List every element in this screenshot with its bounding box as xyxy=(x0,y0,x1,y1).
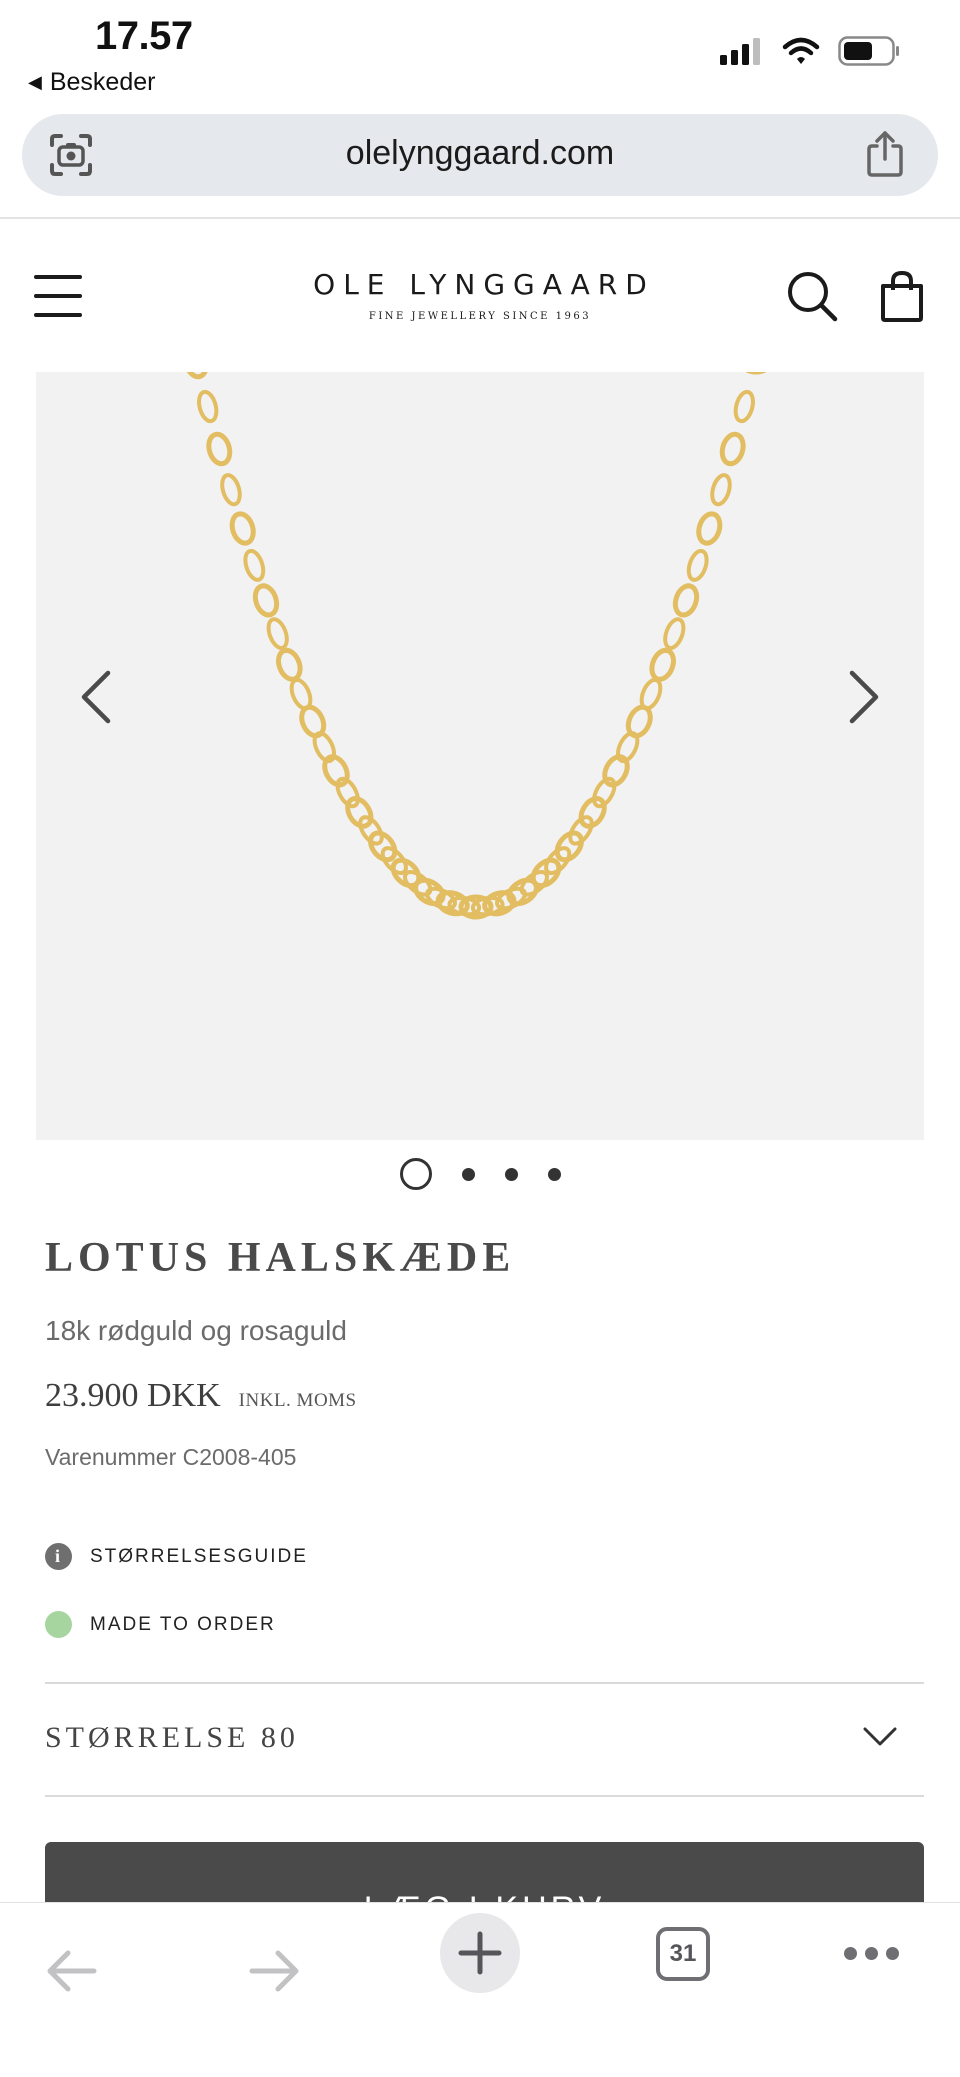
chain-link xyxy=(696,511,723,546)
gallery-dot-2[interactable] xyxy=(461,1167,475,1181)
availability-dot-icon xyxy=(45,1611,72,1638)
gallery-dot-1[interactable] xyxy=(399,1158,432,1190)
chain-link xyxy=(220,473,242,507)
chain-link xyxy=(243,548,266,582)
tab-count: 31 xyxy=(669,1940,697,1967)
chain-link xyxy=(229,511,256,546)
size-dropdown-value: STØRRELSE 80 xyxy=(45,1721,299,1754)
back-triangle-icon: ◀ xyxy=(28,72,42,92)
new-tab-button[interactable] xyxy=(440,1913,520,1993)
chain-link xyxy=(276,647,303,682)
divider xyxy=(45,1682,924,1684)
browser-toolbar: 31 xyxy=(0,1902,960,2077)
chain-link xyxy=(252,583,280,618)
divider xyxy=(45,1795,924,1797)
chain-link xyxy=(183,372,209,380)
search-icon[interactable] xyxy=(786,270,838,322)
wifi-icon xyxy=(782,37,820,64)
chain-link xyxy=(663,617,686,650)
product-price-row: 23.900 DKK INKL. MOMS xyxy=(45,1377,357,1415)
chain-link xyxy=(672,583,700,618)
gallery-pagination xyxy=(0,1158,960,1190)
back-to-app-link[interactable]: ◀ Beskeder xyxy=(28,68,155,97)
gallery-prev-arrow-icon[interactable] xyxy=(70,665,122,729)
chain-link xyxy=(206,431,233,467)
chain-link xyxy=(649,647,676,682)
chain-link xyxy=(639,677,663,711)
chevron-down-icon xyxy=(863,1727,897,1746)
price-tax-note: INKL. MOMS xyxy=(238,1390,357,1411)
chain-link xyxy=(197,389,219,424)
back-to-app-label: Beskeder xyxy=(49,68,156,96)
tabs-icon[interactable]: 31 xyxy=(656,1927,710,1981)
availability-label: MADE TO ORDER xyxy=(90,1613,276,1635)
product-title: LOTUS HALSKÆDE xyxy=(45,1235,516,1281)
header-divider xyxy=(0,217,960,219)
chain-link xyxy=(266,617,289,650)
size-guide-link[interactable]: i STØRRELSESGUIDE xyxy=(45,1543,308,1570)
back-icon[interactable] xyxy=(44,1949,98,1993)
size-dropdown[interactable]: STØRRELSE 80 xyxy=(45,1705,924,1775)
address-bar[interactable]: olelynggaard.com xyxy=(22,114,938,196)
necklace-image xyxy=(183,372,767,920)
forward-icon[interactable] xyxy=(248,1949,302,1993)
battery-icon xyxy=(838,36,899,66)
gallery-next-arrow-icon[interactable] xyxy=(838,665,890,729)
status-time: 17.57 xyxy=(95,14,193,58)
signal-icon xyxy=(720,38,760,65)
product-price: 23.900 DKK xyxy=(45,1377,221,1414)
more-icon[interactable] xyxy=(844,1947,900,1961)
gallery-dot-4[interactable] xyxy=(547,1167,561,1181)
chain-link xyxy=(686,548,709,582)
chain-link xyxy=(733,389,755,424)
availability-status: MADE TO ORDER xyxy=(45,1611,276,1638)
size-guide-label: STØRRELSESGUIDE xyxy=(90,1545,308,1567)
info-icon: i xyxy=(45,1543,72,1570)
plus-icon xyxy=(458,1931,502,1975)
share-icon[interactable] xyxy=(864,130,906,178)
product-image-gallery[interactable] xyxy=(36,372,924,1140)
chain-link xyxy=(710,473,732,507)
product-sku: Varenummer C2008-405 xyxy=(45,1444,297,1470)
gallery-dot-3[interactable] xyxy=(504,1167,518,1181)
product-material: 18k rødguld og rosaguld xyxy=(45,1315,347,1346)
chain-link xyxy=(719,431,746,467)
status-indicators xyxy=(720,36,900,66)
bag-icon[interactable] xyxy=(878,270,926,322)
url-text: olelynggaard.com xyxy=(345,134,615,172)
